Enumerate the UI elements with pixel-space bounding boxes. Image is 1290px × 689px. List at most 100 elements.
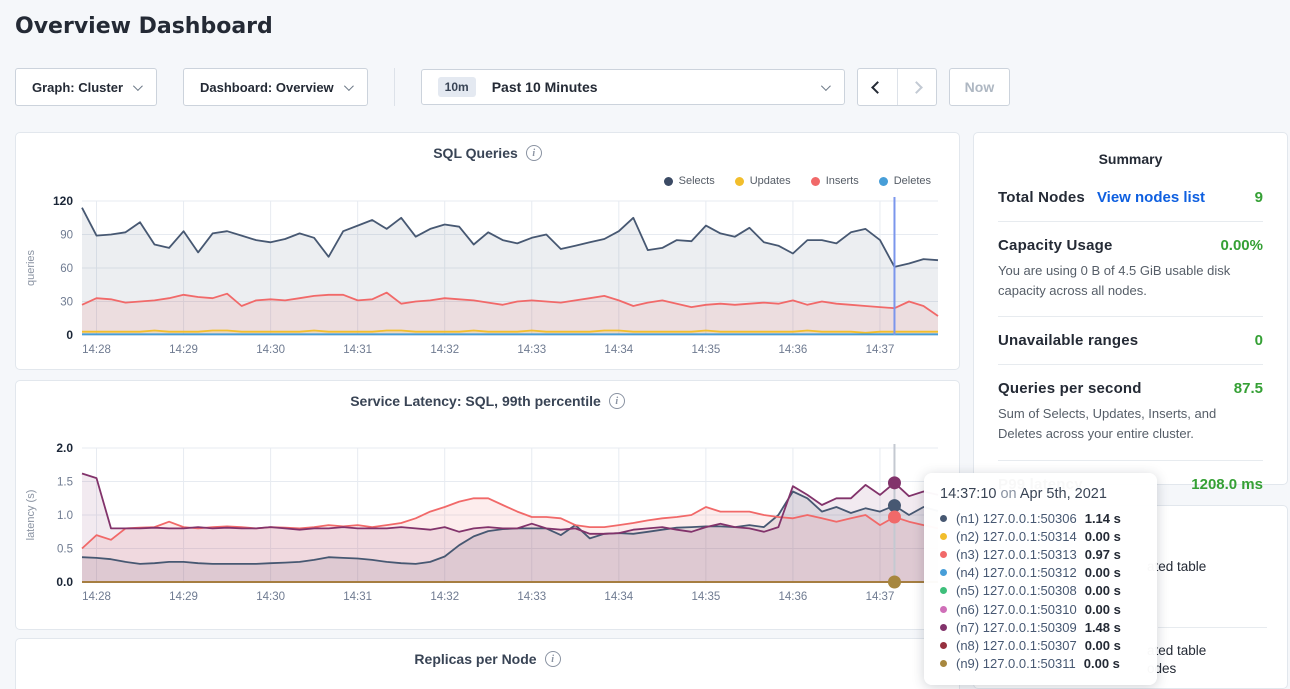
svg-text:90: 90 [60, 230, 73, 242]
chart-title: Replicas per Node [414, 651, 536, 667]
tooltip-node-address: (n6) 127.0.0.1:50310 [956, 602, 1077, 617]
divider [998, 316, 1263, 317]
legend-dot-icon [735, 177, 744, 186]
time-next-button[interactable] [897, 69, 936, 105]
info-icon[interactable]: i [545, 651, 561, 667]
divider [998, 221, 1263, 222]
chart-title: Service Latency: SQL, 99th percentile [350, 393, 601, 409]
series-color-dot-icon [940, 587, 947, 594]
summary-row-value: 0.00% [1220, 237, 1263, 254]
time-range-badge: 10m [438, 77, 476, 97]
divider [998, 460, 1263, 461]
series-color-dot-icon [940, 624, 947, 631]
svg-text:0.0: 0.0 [56, 575, 73, 589]
svg-text:14:36: 14:36 [779, 591, 808, 603]
toolbar: Graph: Cluster Dashboard: Overview 10m P… [15, 67, 1010, 107]
service-latency-chart[interactable]: 0.00.51.01.52.014:2814:2914:3014:3114:32… [20, 441, 955, 616]
summary-row: Total NodesView nodes list9 [998, 189, 1263, 206]
svg-text:120: 120 [53, 194, 73, 208]
tooltip-node-value: 0.00 s [1085, 638, 1121, 653]
tooltip-node-address: (n9) 127.0.0.1:50311 [956, 656, 1076, 671]
chevron-down-icon [133, 81, 143, 91]
summary-row-label: Queries per second [998, 380, 1142, 397]
summary-row-value: 87.5 [1234, 380, 1263, 397]
legend-label: Deletes [894, 175, 931, 187]
tooltip-node-row: (n3) 127.0.0.1:50313 0.97 s [940, 545, 1141, 563]
chart-title: SQL Queries [433, 145, 518, 161]
series-color-dot-icon [940, 642, 947, 649]
now-button[interactable]: Now [949, 68, 1011, 106]
svg-text:1.0: 1.0 [57, 510, 73, 522]
svg-text:14:36: 14:36 [779, 344, 808, 356]
tooltip-node-address: (n3) 127.0.0.1:50313 [956, 547, 1077, 562]
graph-dropdown-label: Graph: Cluster [32, 80, 123, 95]
legend-label: Selects [679, 175, 715, 187]
tooltip-node-address: (n1) 127.0.0.1:50306 [956, 511, 1077, 526]
tooltip-node-value: 0.00 s [1085, 565, 1121, 580]
tooltip-node-address: (n4) 127.0.0.1:50312 [956, 565, 1077, 580]
series-color-dot-icon [940, 551, 947, 558]
legend-item: Inserts [811, 175, 859, 187]
tooltip-node-value: 0.00 s [1085, 529, 1121, 544]
summary-row-description: You are using 0 B of 4.5 GiB usable disk… [998, 261, 1263, 301]
tooltip-node-row: (n9) 127.0.0.1:50311 0.00 s [940, 655, 1141, 673]
legend-label: Inserts [826, 175, 859, 187]
svg-text:14:37: 14:37 [866, 344, 895, 356]
chevron-down-icon [344, 81, 354, 91]
sql-queries-chart-panel: SQL Queries i Selects Updates Inserts Delet… [15, 132, 960, 370]
tooltip-node-row: (n4) 127.0.0.1:50312 0.00 s [940, 564, 1141, 582]
tooltip-node-address: (n2) 127.0.0.1:50314 [956, 529, 1077, 544]
tooltip-node-address: (n7) 127.0.0.1:50309 [956, 620, 1077, 635]
legend-item: Updates [735, 175, 791, 187]
time-step-buttons [857, 68, 937, 106]
divider [1158, 627, 1267, 628]
graph-dropdown[interactable]: Graph: Cluster [15, 68, 157, 106]
info-icon[interactable]: i [609, 393, 625, 409]
summary-panel: Summary Total NodesView nodes list9 Capac… [973, 132, 1288, 485]
svg-text:60: 60 [60, 263, 73, 275]
dashboard-dropdown-label: Dashboard: Overview [200, 80, 334, 95]
chevron-right-icon [910, 81, 923, 94]
svg-text:14:33: 14:33 [517, 344, 546, 356]
legend-dot-icon [811, 177, 820, 186]
tooltip-node-row: (n2) 127.0.0.1:50314 0.00 s [940, 527, 1141, 545]
svg-text:14:28: 14:28 [82, 344, 111, 356]
tooltip-node-value: 0.00 s [1084, 656, 1120, 671]
svg-text:30: 30 [60, 297, 73, 309]
tooltip-node-row: (n8) 127.0.0.1:503070.00 s [940, 636, 1141, 654]
series-color-dot-icon [940, 606, 947, 613]
svg-text:14:32: 14:32 [430, 591, 459, 603]
view-nodes-list-link[interactable]: View nodes list [1097, 189, 1205, 206]
time-range-picker[interactable]: 10m Past 10 Minutes [421, 69, 845, 105]
svg-text:14:29: 14:29 [169, 344, 198, 356]
replicas-per-node-chart-panel: Replicas per Node i [15, 638, 960, 689]
series-color-dot-icon [940, 515, 947, 522]
legend-item: Deletes [879, 175, 931, 187]
summary-row-label: Unavailable ranges [998, 332, 1138, 349]
svg-text:14:28: 14:28 [82, 591, 111, 603]
svg-text:0.5: 0.5 [57, 544, 73, 556]
svg-text:14:32: 14:32 [430, 344, 459, 356]
summary-row-label: Capacity Usage [998, 237, 1113, 254]
svg-text:14:31: 14:31 [343, 344, 372, 356]
svg-text:14:31: 14:31 [343, 591, 372, 603]
tooltip-node-value: 0.97 s [1085, 547, 1121, 562]
page-title: Overview Dashboard [15, 14, 273, 39]
series-color-dot-icon [940, 660, 947, 667]
tooltip-node-value: 0.00 s [1085, 602, 1121, 617]
divider [998, 364, 1263, 365]
svg-text:14:37: 14:37 [866, 591, 895, 603]
svg-text:14:30: 14:30 [256, 591, 285, 603]
info-icon[interactable]: i [526, 145, 542, 161]
summary-row: Unavailable ranges 0 [998, 332, 1263, 349]
sql-queries-chart[interactable]: 030609012014:2814:2914:3014:3114:3214:33… [20, 191, 955, 372]
time-prev-button[interactable] [858, 69, 897, 105]
tooltip-node-address: (n5) 127.0.0.1:50308 [956, 583, 1077, 598]
series-color-dot-icon [940, 569, 947, 576]
tooltip-node-value: 1.48 s [1085, 620, 1121, 635]
summary-row-value: 0 [1255, 332, 1263, 349]
summary-title: Summary [998, 151, 1263, 167]
toolbar-divider [394, 68, 395, 106]
dashboard-dropdown[interactable]: Dashboard: Overview [183, 68, 368, 106]
svg-text:14:30: 14:30 [256, 344, 285, 356]
